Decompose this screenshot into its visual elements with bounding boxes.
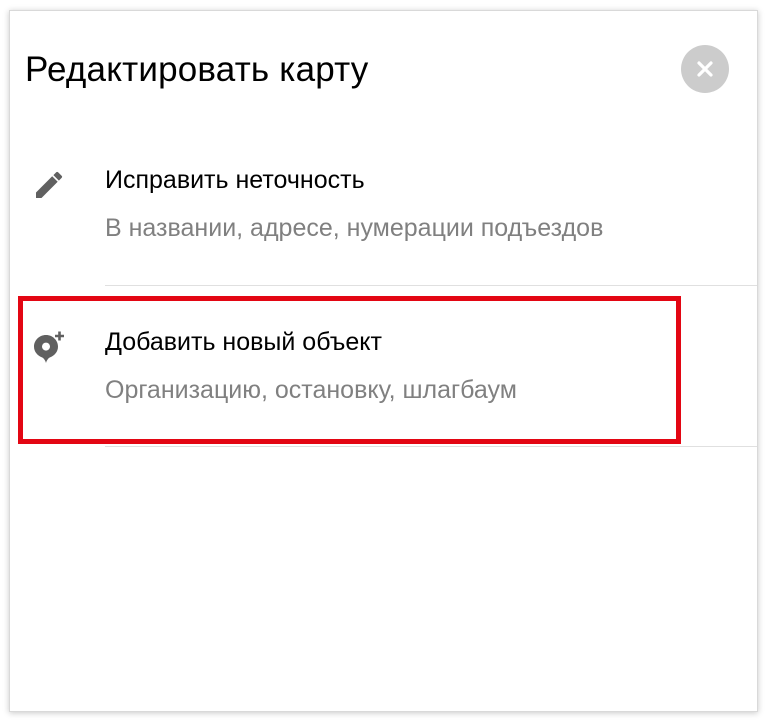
item-subtitle: В названии, адресе, нумерации подъездов — [105, 214, 604, 242]
item-title: Исправить неточность — [105, 166, 365, 194]
close-icon — [697, 61, 713, 77]
divider — [105, 446, 757, 447]
item-subtitle: Организацию, остановку, шлагбаум — [105, 376, 517, 404]
close-button[interactable] — [681, 45, 729, 93]
add-new-object-item[interactable]: Добавить новый объект Организацию, остан… — [10, 303, 757, 463]
add-place-icon — [34, 331, 65, 363]
pencil-icon — [36, 171, 63, 198]
screen: Редактировать карту Исправить неточность… — [0, 0, 768, 722]
item-title: Добавить новый объект — [105, 328, 382, 356]
edit-map-panel: Редактировать карту Исправить неточность… — [9, 10, 758, 712]
panel-title: Редактировать карту — [25, 50, 369, 89]
divider — [105, 285, 757, 286]
fix-inaccuracy-item[interactable]: Исправить неточность В названии, адресе,… — [10, 141, 757, 301]
